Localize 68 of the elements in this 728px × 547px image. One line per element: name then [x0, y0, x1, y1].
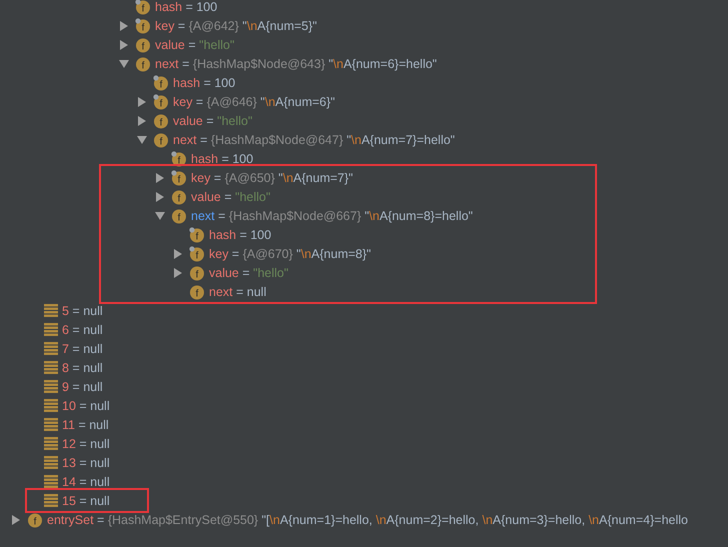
final-field-icon: f — [188, 246, 205, 262]
field-icon: f — [134, 36, 151, 52]
variable-value-text: next = null — [209, 284, 266, 298]
variable-value-text: 9 = null — [62, 380, 103, 394]
array-element-icon — [44, 475, 58, 488]
collapse-arrow-icon[interactable] — [155, 212, 165, 220]
variable-value-text: next = {HashMap$Node@667} "\nA{num=8}=hello" — [191, 208, 473, 222]
variable-value-text: 7 = null — [62, 342, 103, 356]
final-field-icon: f — [152, 74, 169, 90]
array-element-icon — [44, 399, 58, 412]
field-icon: f — [152, 112, 169, 128]
expand-arrow-icon[interactable] — [120, 40, 128, 50]
array-element-icon — [44, 342, 58, 355]
variable-value-text: value = "hello" — [173, 114, 252, 128]
variable-value-text: 8 = null — [62, 360, 103, 374]
final-field-icon: f — [170, 150, 187, 166]
variable-value-text: value = "hello" — [209, 266, 288, 280]
expand-arrow-icon[interactable] — [156, 172, 164, 182]
variable-value-text: 6 = null — [62, 322, 103, 336]
field-icon: f — [170, 208, 187, 224]
final-field-icon: f — [152, 94, 169, 110]
expand-arrow-icon[interactable] — [120, 20, 128, 30]
variable-value-text: entrySet = {HashMap$EntrySet@550} "[\nA{num=1}=hello, \nA{num=2}=hello, \nA{num=3}=hello, \nA{num=4}=hello — [47, 512, 688, 526]
final-field-icon: f — [170, 170, 187, 186]
variable-value-text: 13 = null — [62, 456, 110, 470]
array-element-icon — [44, 380, 58, 393]
expand-arrow-icon[interactable] — [174, 248, 182, 258]
collapse-arrow-icon[interactable] — [137, 136, 147, 144]
variable-value-text: hash = 100 — [191, 152, 254, 166]
variable-value-text: next = {HashMap$Node@647} "\nA{num=7}=hello" — [173, 132, 455, 146]
variable-value-text: next = {HashMap$Node@643} "\nA{num=6}=hello" — [155, 56, 437, 70]
array-element-icon — [44, 323, 58, 336]
expand-arrow-icon[interactable] — [12, 514, 20, 524]
variable-value-text: key = {A@646} "\nA{num=6}" — [173, 94, 335, 108]
array-element-icon — [44, 304, 58, 317]
array-element-icon — [44, 494, 58, 507]
variable-value-text: hash = 100 — [155, 0, 218, 14]
expand-arrow-icon[interactable] — [138, 116, 146, 126]
field-icon: f — [188, 284, 205, 300]
variable-value-text: 10 = null — [62, 398, 110, 412]
array-element-icon — [44, 361, 58, 374]
expand-arrow-icon[interactable] — [156, 192, 164, 202]
variable-value-text: 11 = null — [62, 418, 109, 432]
array-element-icon — [44, 456, 58, 469]
array-element-icon — [44, 418, 58, 431]
variable-value-text: hash = 100 — [209, 228, 272, 242]
final-field-icon: f — [134, 18, 151, 34]
variable-value-text: value = "hello" — [191, 190, 270, 204]
variable-value-text: 14 = null — [62, 474, 110, 488]
array-element-icon — [44, 437, 58, 450]
field-icon: f — [170, 188, 187, 204]
variable-value-text: key = {A@670} "\nA{num=8}" — [209, 246, 371, 260]
variable-value-text: hash = 100 — [173, 76, 236, 90]
field-icon: f — [188, 264, 205, 280]
field-icon: f — [152, 132, 169, 148]
variable-value-text: 12 = null — [62, 436, 110, 450]
field-icon: f — [26, 512, 43, 528]
variable-value-text: 15 = null — [62, 494, 110, 508]
expand-arrow-icon[interactable] — [138, 96, 146, 106]
collapse-arrow-icon[interactable] — [119, 60, 129, 68]
final-field-icon: f — [188, 226, 205, 242]
expand-arrow-icon[interactable] — [174, 268, 182, 278]
variable-value-text: key = {A@650} "\nA{num=7}" — [191, 170, 353, 184]
variable-value-text: value = "hello" — [155, 38, 234, 52]
final-field-icon: f — [134, 0, 151, 14]
variable-value-text: 5 = null — [62, 304, 103, 318]
variable-value-text: key = {A@642} "\nA{num=5}" — [155, 18, 317, 32]
field-icon: f — [134, 56, 151, 72]
